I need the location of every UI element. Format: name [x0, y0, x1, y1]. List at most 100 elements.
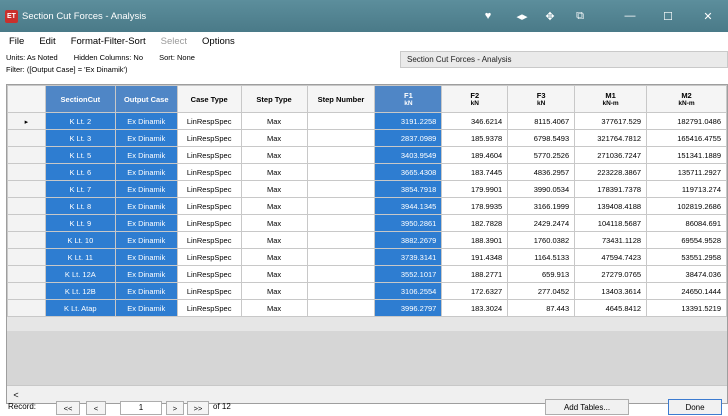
table-cell[interactable]: K Lt. 10 [44, 231, 116, 249]
table-cell[interactable]: 182.7828 [441, 214, 509, 232]
table-cell[interactable]: LinRespSpec [176, 197, 242, 215]
table-cell[interactable]: 38474.036 [646, 265, 727, 283]
scroll-left-icon[interactable]: < [10, 389, 22, 401]
table-cell[interactable]: 3665.4308 [374, 163, 443, 181]
table-cell[interactable]: 69554.9528 [646, 231, 727, 249]
table-cell[interactable]: LinRespSpec [176, 180, 242, 198]
table-cell[interactable]: Max [240, 214, 308, 232]
table-cell[interactable] [306, 163, 376, 181]
row-selector[interactable] [7, 214, 46, 232]
table-cell[interactable]: 3191.2258 [374, 112, 443, 130]
table-cell[interactable]: LinRespSpec [176, 214, 242, 232]
table-cell[interactable]: 182791.0486 [646, 112, 727, 130]
row-selector[interactable] [7, 282, 46, 300]
column-header-sectioncut[interactable]: SectionCut [44, 85, 116, 113]
row-selector[interactable]: ▸ [7, 112, 46, 130]
table-cell[interactable] [306, 180, 376, 198]
table-cell[interactable] [306, 112, 376, 130]
table-cell[interactable]: 13403.3614 [574, 282, 648, 300]
table-row[interactable]: K Lt. Atap Ex Dinamik LinRespSpec Max 3996.2… [7, 299, 727, 317]
table-cell[interactable]: Max [240, 180, 308, 198]
table-cell[interactable]: 3996.2797 [374, 299, 443, 317]
table-cell[interactable]: 102819.2686 [646, 197, 727, 215]
table-row[interactable]: K Lt. 11 Ex Dinamik LinRespSpec Max 3739.314… [7, 248, 727, 266]
table-cell[interactable]: LinRespSpec [176, 163, 242, 181]
table-row[interactable]: K Lt. 12B Ex Dinamik LinRespSpec Max 3106.25… [7, 282, 727, 300]
table-cell[interactable]: 3739.3141 [374, 248, 443, 266]
table-cell[interactable]: 3944.1345 [374, 197, 443, 215]
table-cell[interactable] [306, 248, 376, 266]
row-selector[interactable] [7, 197, 46, 215]
table-cell[interactable]: Max [240, 282, 308, 300]
table-cell[interactable]: 659.913 [507, 265, 576, 283]
table-cell[interactable]: Max [240, 146, 308, 164]
column-header-case-type[interactable]: Case Type [176, 85, 242, 113]
table-cell[interactable]: 139408.4188 [574, 197, 648, 215]
table-cell[interactable]: K Lt. 9 [44, 214, 116, 232]
table-cell[interactable]: Ex Dinamik [114, 214, 178, 232]
table-cell[interactable]: Ex Dinamik [114, 248, 178, 266]
table-cell[interactable]: 24650.1444 [646, 282, 727, 300]
table-cell[interactable] [306, 146, 376, 164]
table-cell[interactable]: Ex Dinamik [114, 231, 178, 249]
table-cell[interactable]: 346.6214 [441, 112, 509, 130]
table-cell[interactable]: K Lt. 7 [44, 180, 116, 198]
table-row[interactable]: K Lt. 12A Ex Dinamik LinRespSpec Max 3552.10… [7, 265, 727, 283]
table-cell[interactable]: 3552.1017 [374, 265, 443, 283]
table-cell[interactable]: 178391.7378 [574, 180, 648, 198]
table-cell[interactable]: 13391.5219 [646, 299, 727, 317]
table-cell[interactable]: K Lt. 8 [44, 197, 116, 215]
table-cell[interactable]: K Lt. Atap [44, 299, 116, 317]
menu-format-filter-sort[interactable]: Format-Filter-Sort [71, 36, 146, 47]
done-button[interactable]: Done [668, 399, 722, 415]
table-cell[interactable]: K Lt. 5 [44, 146, 116, 164]
maximize-icon[interactable]: ☐ [660, 8, 676, 24]
column-header-step-type[interactable]: Step Type [240, 85, 308, 113]
table-cell[interactable]: Ex Dinamik [114, 146, 178, 164]
table-cell[interactable]: Ex Dinamik [114, 299, 178, 317]
record-number-input[interactable]: 1 [120, 401, 162, 415]
column-header-m2[interactable]: M2 kN-m [646, 85, 727, 113]
table-cell[interactable]: 183.3024 [441, 299, 509, 317]
table-cell[interactable]: LinRespSpec [176, 146, 242, 164]
table-row[interactable]: K Lt. 10 Ex Dinamik LinRespSpec Max 3882.267… [7, 231, 727, 249]
table-cell[interactable]: LinRespSpec [176, 299, 242, 317]
column-header-f3[interactable]: F3 kN [507, 85, 576, 113]
table-cell[interactable]: LinRespSpec [176, 231, 242, 249]
table-cell[interactable]: 3106.2554 [374, 282, 443, 300]
table-cell[interactable]: LinRespSpec [176, 282, 242, 300]
table-cell[interactable]: 135711.2927 [646, 163, 727, 181]
row-selector[interactable] [7, 129, 46, 147]
table-cell[interactable]: 223228.3867 [574, 163, 648, 181]
table-cell[interactable]: Max [240, 248, 308, 266]
table-cell[interactable]: 2429.2474 [507, 214, 576, 232]
table-row[interactable]: ▸ K Lt. 2 Ex Dinamik LinRespSpec Max 3191.225… [7, 112, 727, 130]
row-selector[interactable] [7, 265, 46, 283]
table-cell[interactable]: Ex Dinamik [114, 163, 178, 181]
table-cell[interactable]: 53551.2958 [646, 248, 727, 266]
table-cell[interactable]: Ex Dinamik [114, 180, 178, 198]
table-cell[interactable]: 172.6327 [441, 282, 509, 300]
table-cell[interactable]: 179.9901 [441, 180, 509, 198]
menu-file[interactable]: File [9, 36, 24, 47]
table-cell[interactable]: Ex Dinamik [114, 265, 178, 283]
arrows-icon[interactable]: ◂▸ [514, 8, 530, 24]
table-cell[interactable]: Max [240, 129, 308, 147]
add-tables-button[interactable]: Add Tables... [545, 399, 629, 415]
table-cell[interactable]: Max [240, 265, 308, 283]
table-cell[interactable]: 188.3901 [441, 231, 509, 249]
table-cell[interactable]: 27279.0765 [574, 265, 648, 283]
table-cell[interactable]: K Lt. 3 [44, 129, 116, 147]
table-cell[interactable]: 6798.5493 [507, 129, 576, 147]
table-row[interactable]: K Lt. 3 Ex Dinamik LinRespSpec Max 2837.0989… [7, 129, 727, 147]
table-cell[interactable]: 377617.529 [574, 112, 648, 130]
close-icon[interactable]: ✕ [700, 8, 716, 24]
table-cell[interactable]: 189.4604 [441, 146, 509, 164]
column-header-m1[interactable]: M1 kN-m [574, 85, 648, 113]
table-cell[interactable]: 87.443 [507, 299, 576, 317]
table-cell[interactable]: 3854.7918 [374, 180, 443, 198]
menu-select[interactable]: Select [161, 36, 187, 47]
table-cell[interactable]: 185.9378 [441, 129, 509, 147]
table-cell[interactable]: 3882.2679 [374, 231, 443, 249]
row-selector[interactable] [7, 163, 46, 181]
